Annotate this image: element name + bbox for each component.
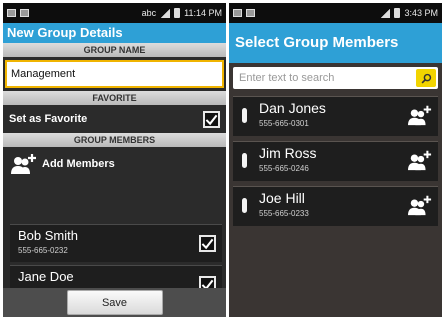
- favorite-label: Set as Favorite: [9, 113, 88, 125]
- contact-item[interactable]: Dan Jones 555-665-0301: [233, 96, 438, 136]
- signal-icon: [160, 8, 171, 18]
- contact-item[interactable]: Joe Hill 555-665-0233: [233, 186, 438, 226]
- add-member-icon: [11, 154, 36, 174]
- group-name-container: [3, 57, 226, 91]
- add-member-icon[interactable]: [408, 104, 432, 126]
- notification-icon: [20, 9, 29, 17]
- search-bar: [229, 63, 442, 93]
- new-group-details-screen: abc 11:14 PM New Group Details GROUP NAM…: [3, 3, 226, 317]
- status-bar: abc 11:14 PM: [3, 3, 226, 23]
- notification-icon: [7, 9, 16, 17]
- member-name: Bob Smith: [18, 228, 78, 243]
- search-box: [233, 67, 438, 89]
- notification-icon: [233, 9, 242, 17]
- save-button[interactable]: Save: [66, 290, 163, 315]
- carrier-label: abc: [141, 8, 157, 18]
- member-checkbox[interactable]: [199, 235, 216, 252]
- drag-handle-icon: [242, 198, 247, 213]
- member-phone: 555-665-0232: [18, 246, 68, 255]
- contact-item[interactable]: Jim Ross 555-665-0246: [233, 141, 438, 181]
- search-input[interactable]: [233, 67, 414, 89]
- drag-handle-icon: [242, 108, 247, 123]
- search-icon: [421, 73, 431, 83]
- group-name-header: GROUP NAME: [3, 43, 226, 57]
- page-title: Select Group Members: [229, 23, 442, 63]
- favorite-row[interactable]: Set as Favorite: [3, 105, 226, 133]
- favorite-checkbox[interactable]: [203, 110, 220, 128]
- drag-handle-icon: [242, 153, 247, 168]
- group-name-input[interactable]: [5, 60, 224, 88]
- member-name: Jane Doe: [18, 269, 74, 284]
- add-member-icon[interactable]: [408, 194, 432, 216]
- checkmark-icon: [201, 238, 214, 250]
- add-members-button[interactable]: Add Members: [3, 147, 226, 181]
- battery-icon: [394, 8, 401, 18]
- save-bar: Save: [3, 288, 226, 317]
- favorite-header: FAVORITE: [3, 91, 226, 105]
- member-item[interactable]: Bob Smith 555-665-0232: [10, 224, 222, 262]
- status-time: 11:14 PM: [184, 8, 222, 18]
- notification-icon: [246, 9, 255, 17]
- page-title: New Group Details: [3, 23, 226, 43]
- battery-icon: [174, 8, 181, 18]
- group-members-header: GROUP MEMBERS: [3, 133, 226, 147]
- add-members-label: Add Members: [42, 158, 115, 170]
- checkmark-icon: [205, 114, 218, 125]
- status-bar: 3:43 PM: [229, 3, 442, 23]
- add-member-icon[interactable]: [408, 149, 432, 171]
- status-time: 3:43 PM: [404, 8, 438, 18]
- search-button[interactable]: [416, 69, 436, 87]
- select-group-members-screen: 3:43 PM Select Group Members Dan Jones 5…: [229, 3, 442, 317]
- signal-icon: [380, 8, 391, 18]
